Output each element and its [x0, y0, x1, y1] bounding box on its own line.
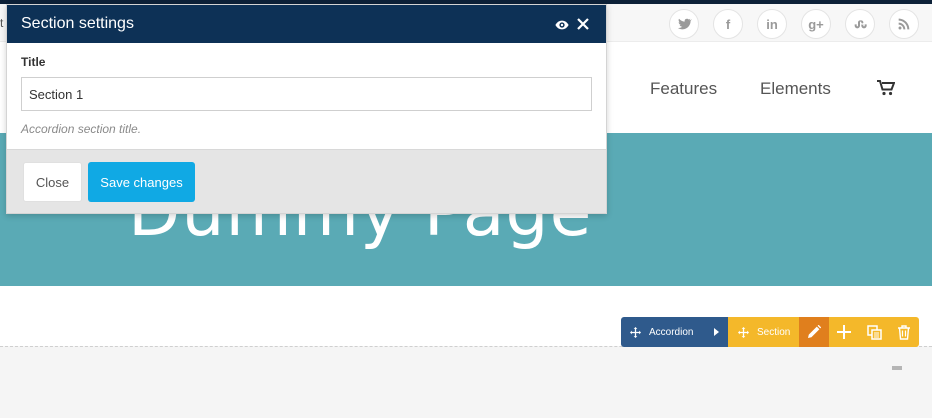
facebook-glyph: f — [725, 16, 731, 32]
stumbleupon-icon[interactable] — [845, 9, 875, 39]
pencil-icon — [808, 325, 821, 338]
move-icon[interactable] — [630, 326, 641, 338]
chevron-right-icon[interactable] — [714, 328, 719, 336]
modal-title: Section settings — [21, 15, 134, 32]
trash-icon — [898, 324, 910, 340]
linkedin-glyph: in — [766, 16, 778, 32]
section-content-area — [0, 346, 932, 418]
nav-item-features[interactable]: Features — [650, 79, 717, 99]
google-plus-glyph: g+ — [808, 16, 824, 32]
duplicate-icon — [866, 324, 882, 340]
twitter-icon[interactable] — [669, 9, 699, 39]
add-section-button[interactable] — [829, 317, 859, 347]
move-icon[interactable] — [738, 326, 749, 338]
section-settings-modal: Section settings Title Accordion section… — [6, 4, 607, 214]
accordion-label: Accordion — [649, 326, 694, 338]
cart-icon[interactable] — [877, 80, 896, 96]
close-button[interactable]: Close — [23, 162, 82, 202]
title-input[interactable] — [21, 77, 592, 111]
plus-icon — [837, 325, 851, 339]
collapse-handle[interactable] — [892, 366, 902, 370]
accordion-element-bar[interactable]: Accordion — [621, 317, 728, 347]
builder-toolbar: Accordion Section — [621, 317, 919, 347]
close-icon[interactable] — [577, 18, 589, 30]
title-field-label: Title — [21, 55, 46, 69]
modal-footer: Close Save changes — [7, 149, 606, 213]
eye-icon[interactable] — [555, 18, 569, 32]
save-changes-button[interactable]: Save changes — [88, 162, 195, 202]
topbar-cut-text: t — [0, 16, 4, 30]
title-field-hint: Accordion section title. — [21, 122, 142, 136]
rss-icon[interactable] — [889, 9, 919, 39]
modal-header: Section settings — [7, 5, 606, 43]
linkedin-icon[interactable]: in — [757, 9, 787, 39]
section-label: Section — [757, 326, 791, 338]
google-plus-icon[interactable]: g+ — [801, 9, 831, 39]
edit-section-button[interactable] — [799, 317, 829, 347]
facebook-icon[interactable]: f — [713, 9, 743, 39]
nav-item-elements[interactable]: Elements — [760, 79, 831, 99]
section-element-bar[interactable]: Section — [728, 317, 799, 347]
duplicate-section-button[interactable] — [859, 317, 889, 347]
delete-section-button[interactable] — [889, 317, 919, 347]
